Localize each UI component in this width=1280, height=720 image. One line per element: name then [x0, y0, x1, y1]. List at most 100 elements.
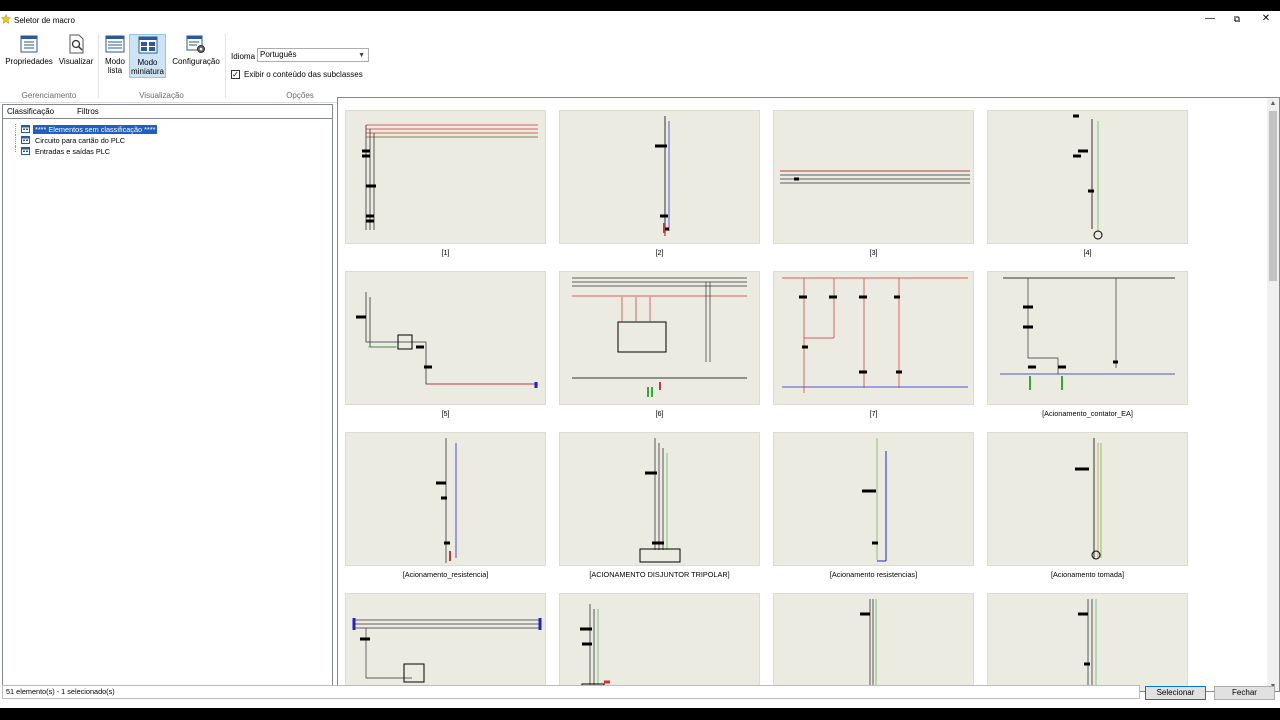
macro-thumbnail[interactable]: [5] [345, 271, 546, 418]
macro-thumbnail-caption: [Acionamento tomada] [1050, 570, 1124, 579]
minimize-button[interactable]: — [1196, 11, 1224, 29]
macro-preview-image[interactable] [987, 110, 1188, 244]
macro-preview-image[interactable] [773, 110, 974, 244]
star-icon [1, 14, 11, 24]
subclasses-checkbox[interactable]: ✓ [231, 70, 240, 79]
title-bar: Seletor de macro — ⧉ ✕ [0, 11, 1280, 29]
tab-classification-label: Classificação [7, 107, 55, 116]
folder-grid-icon [21, 147, 30, 155]
macro-thumbnail-caption: [ACIONAMENTO DISJUNTOR TRIPOLAR] [589, 570, 730, 579]
tree-item-plc-card-circuit[interactable]: Circuito para cartão do PLC [7, 135, 157, 146]
folder-grid-icon [21, 136, 30, 144]
macro-preview-image[interactable] [345, 593, 546, 691]
properties-icon [20, 35, 38, 53]
tab-classification[interactable]: Classificação [7, 107, 54, 116]
thumbnail-mode-icon [138, 36, 157, 54]
thumbnail-grid: [1] [2] [3] [4] [5] [6] [7] [Acionamento_contat… [337, 97, 1280, 692]
macro-preview-image[interactable] [559, 432, 760, 566]
tree-connector [15, 146, 16, 152]
macro-thumbnail[interactable]: [7] [773, 271, 974, 418]
macro-preview-image[interactable] [559, 271, 760, 405]
group-visualization-label: Visualização [139, 91, 184, 100]
settings-icon [186, 35, 205, 53]
tree-item-plc-io[interactable]: Entradas e saídas PLC [7, 146, 157, 157]
macro-thumbnail[interactable] [987, 593, 1188, 691]
macro-thumbnail[interactable] [345, 593, 546, 691]
macro-thumbnail[interactable]: [2] [559, 110, 760, 257]
macro-thumbnail[interactable] [773, 593, 974, 691]
macro-thumbnail-caption: [4] [1083, 248, 1092, 257]
macro-thumbnail[interactable]: [3] [773, 110, 974, 257]
scrollbar-thumb[interactable] [1269, 111, 1277, 281]
properties-label: Propriedades [5, 57, 53, 66]
macro-thumbnail-caption: [2] [655, 248, 664, 257]
macro-thumbnail-caption: [7] [869, 409, 878, 418]
macro-preview-image[interactable] [987, 432, 1188, 566]
macro-thumbnail-caption: [5] [441, 409, 450, 418]
ribbon: Propriedades Visualizar Modo lista Modo … [0, 30, 1280, 103]
macro-thumbnail[interactable]: [ACIONAMENTO DISJUNTOR TRIPOLAR] [559, 432, 760, 579]
tree-item-label: Entradas e saídas PLC [35, 147, 111, 156]
macro-thumbnail[interactable]: [Acionamento resistencias] [773, 432, 974, 579]
properties-button[interactable]: Propriedades [4, 34, 54, 78]
list-mode-icon [105, 35, 125, 53]
status-bar: 51 elemento(s) - 1 selecionado(s) [2, 685, 1140, 699]
group-management-label: Gerenciamento [21, 91, 77, 100]
macro-preview-image[interactable] [987, 593, 1188, 691]
subclasses-label: Exibir o conteúdo das subclasses [244, 70, 363, 79]
language-select[interactable]: Português ▼ [257, 48, 369, 62]
vertical-scrollbar[interactable]: ▲ ▼ [1267, 98, 1279, 691]
macro-thumbnail-caption: [Acionamento resistencias] [829, 570, 918, 579]
list-mode-label: Modo lista [104, 57, 125, 75]
macro-thumbnail[interactable]: [6] [559, 271, 760, 418]
language-value: Português [260, 50, 297, 59]
tab-filters[interactable]: Filtros [77, 107, 99, 116]
group-separator [98, 34, 99, 98]
list-mode-button[interactable]: Modo lista [101, 34, 129, 78]
settings-label: Configuração [172, 57, 220, 66]
macro-thumbnail[interactable] [559, 593, 760, 691]
macro-thumbnail-caption: [Acionamento_contator_EA] [1042, 409, 1133, 418]
preview-icon [69, 34, 84, 54]
classification-tree: **** Elementos sem classificação **** Ci… [7, 124, 158, 157]
scroll-up-icon[interactable]: ▲ [1267, 98, 1279, 110]
macro-thumbnail[interactable]: [Acionamento_contator_EA] [987, 271, 1188, 418]
macro-preview-image[interactable] [559, 593, 760, 691]
thumbnail-mode-button[interactable]: Modo miniatura [129, 34, 166, 78]
macro-preview-image[interactable] [345, 271, 546, 405]
macro-preview-image[interactable] [773, 271, 974, 405]
macro-preview-image[interactable] [345, 432, 546, 566]
tree-connector [15, 124, 16, 135]
macro-preview-image[interactable] [773, 432, 974, 566]
macro-thumbnail-caption: [3] [869, 248, 878, 257]
folder-grid-icon [21, 125, 30, 133]
macro-preview-image[interactable] [987, 271, 1188, 405]
macro-selector-window: Seletor de macro — ⧉ ✕ Propriedades Visu… [0, 11, 1280, 708]
macro-thumbnail[interactable]: [1] [345, 110, 546, 257]
classification-pane: Classificação Filtros **** Elementos sem… [2, 104, 333, 692]
tab-filters-label: Filtros [77, 107, 99, 116]
macro-thumbnail-caption: [Acionamento_resistencia] [402, 570, 489, 579]
macro-thumbnail-caption: [6] [655, 409, 664, 418]
restore-button[interactable]: ⧉ [1223, 11, 1251, 29]
select-button[interactable]: Selecionar [1145, 686, 1206, 700]
macro-thumbnail[interactable]: [Acionamento tomada] [987, 432, 1188, 579]
macro-thumbnail[interactable]: [Acionamento_resistencia] [345, 432, 546, 579]
macro-preview-image[interactable] [559, 110, 760, 244]
subclasses-option[interactable]: ✓ Exibir o conteúdo das subclasses [231, 70, 363, 79]
tree-item-unclassified[interactable]: **** Elementos sem classificação **** [7, 124, 158, 135]
settings-button[interactable]: Configuração [170, 34, 222, 78]
preview-label: Visualizar [58, 57, 94, 66]
close-button[interactable]: Fechar [1214, 686, 1275, 700]
macro-thumbnail[interactable]: [4] [987, 110, 1188, 257]
chevron-down-icon: ▼ [358, 52, 365, 59]
macro-preview-image[interactable] [773, 593, 974, 691]
language-label: Idioma [231, 52, 256, 61]
window-title: Seletor de macro [14, 16, 75, 25]
group-separator [225, 34, 226, 98]
preview-button[interactable]: Visualizar [58, 34, 94, 78]
macro-preview-image[interactable] [345, 110, 546, 244]
macro-thumbnail-caption: [1] [441, 248, 450, 257]
close-window-button[interactable]: ✕ [1252, 11, 1280, 29]
tree-item-label: Circuito para cartão do PLC [35, 136, 126, 145]
